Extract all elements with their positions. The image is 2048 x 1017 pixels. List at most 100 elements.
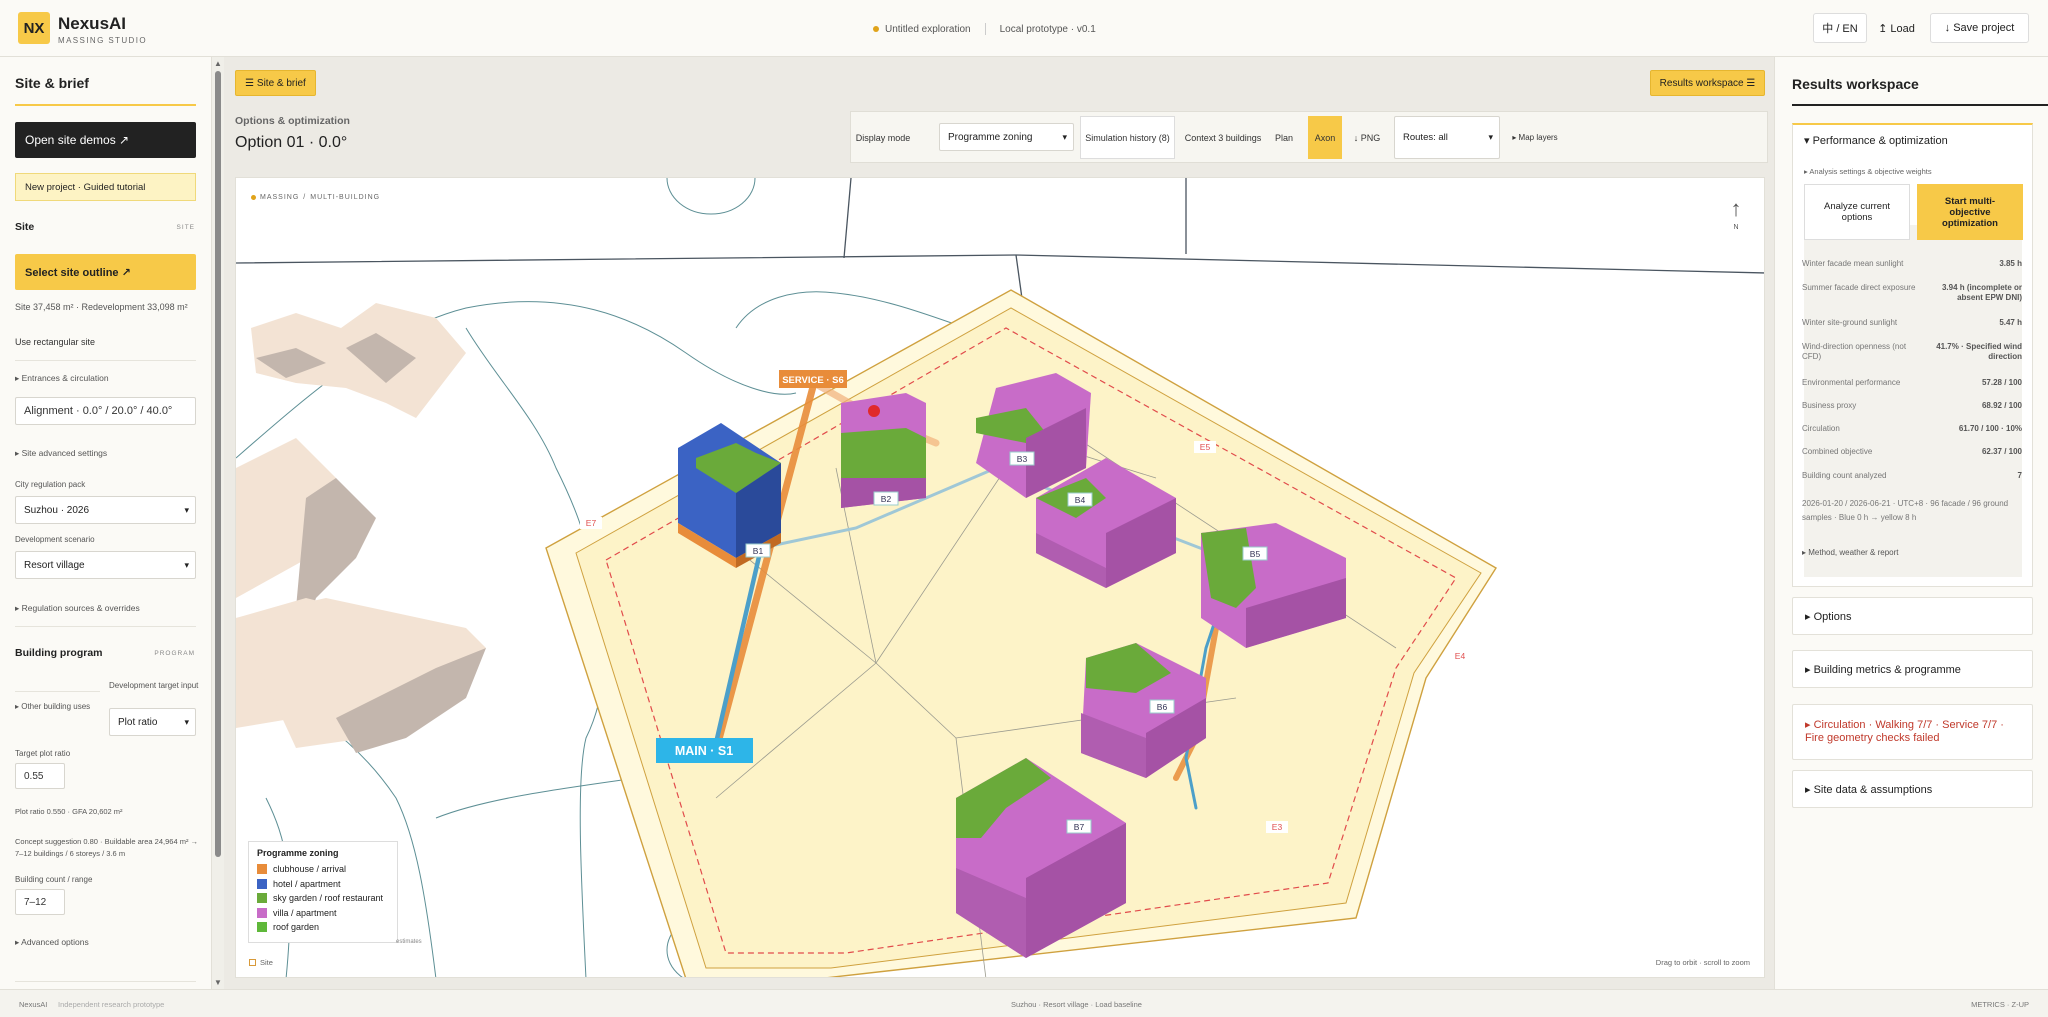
legend-item: roof garden bbox=[257, 920, 389, 935]
breadcrumb-multi: MULTI-BUILDING bbox=[310, 194, 381, 201]
metric-label: Circulation bbox=[1802, 424, 1840, 433]
metric-label: Winter site-ground sunlight bbox=[1802, 318, 1898, 327]
circulation-warning-accordion[interactable]: ▸ Circulation · Walking 7/7 · Service 7/… bbox=[1792, 704, 2033, 760]
alignment-field[interactable]: Alignment · 0.0° / 20.0° / 40.0° bbox=[15, 397, 196, 425]
legend-swatch bbox=[257, 907, 267, 918]
dev-target-select[interactable]: Plot ratio ▾ bbox=[109, 708, 196, 736]
routes-value: Routes: all bbox=[1403, 132, 1448, 143]
divider bbox=[15, 981, 196, 982]
building-label[interactable]: B3 bbox=[1017, 454, 1028, 464]
options-subtitle: Options & optimization bbox=[235, 115, 350, 127]
view-toolbar: Display mode Programme zoning ▾ Simulatio… bbox=[850, 111, 1768, 163]
selected-marker[interactable] bbox=[868, 405, 880, 417]
regulation-pack-select[interactable]: Suzhou · 2026 ▾ bbox=[15, 496, 196, 524]
performance-heading[interactable]: ▾ Performance & optimization bbox=[1804, 134, 1948, 147]
dev-target-value: Plot ratio bbox=[118, 716, 158, 728]
status-dot bbox=[873, 26, 879, 32]
edge-label: E5 bbox=[1200, 442, 1211, 452]
building-label[interactable]: B2 bbox=[881, 494, 892, 504]
site-brief-sidebar: Site & brief Open site demos ↗ New proje… bbox=[0, 57, 212, 989]
display-mode-select[interactable]: Programme zoning ▾ bbox=[939, 123, 1074, 151]
building-label[interactable]: B6 bbox=[1157, 702, 1168, 712]
building-label[interactable]: B5 bbox=[1250, 549, 1261, 559]
building-count-input[interactable]: 7–12 bbox=[15, 889, 65, 915]
metric-row: Circulation 61.70 / 100 · 10% bbox=[1802, 424, 2022, 434]
project-status: Untitled exploration Local prototype · v… bbox=[873, 23, 1096, 35]
other-uses-expander[interactable]: ▸ Other building uses bbox=[15, 702, 90, 711]
metric-row: Winter site-ground sunlight 5.47 h bbox=[1802, 318, 2022, 328]
select-site-outline-button[interactable]: Select site outline ↗ bbox=[15, 254, 196, 290]
circulation-warning-text: ▸ Circulation · Walking 7/7 · Service 7/… bbox=[1805, 719, 2004, 744]
building-label[interactable]: B4 bbox=[1075, 495, 1086, 505]
building-metrics-accordion[interactable]: ▸ Building metrics & programme bbox=[1792, 650, 2033, 688]
export-png-button[interactable]: ↓ PNG bbox=[1347, 116, 1387, 159]
building-b2[interactable] bbox=[841, 393, 926, 508]
analysis-settings-expander[interactable]: ▸ Analysis settings & objective weights bbox=[1804, 167, 1932, 176]
axon-view-button[interactable]: Axon bbox=[1308, 116, 1342, 159]
edge-label: E4 bbox=[1455, 651, 1466, 661]
new-project-button[interactable]: New project · Guided tutorial bbox=[15, 173, 196, 201]
estimates-note: estimates bbox=[396, 939, 422, 945]
legend-label: clubhouse / arrival bbox=[273, 864, 347, 875]
massing-viewport[interactable]: SERVICE · S6 MAIN · S1 B1 B2 B3 B4 B5 B6 B7 E3… bbox=[235, 177, 1765, 978]
context-buildings-button[interactable]: Context 3 buildings bbox=[1182, 116, 1264, 159]
scroll-up-icon[interactable]: ▲ bbox=[214, 59, 222, 68]
site-data-accordion[interactable]: ▸ Site data & assumptions bbox=[1792, 770, 2033, 808]
legend-item: clubhouse / arrival bbox=[257, 862, 389, 877]
analyze-current-button[interactable]: Analyze current options bbox=[1804, 184, 1910, 240]
metric-label: Winter facade mean sunlight bbox=[1802, 259, 1904, 268]
options-accordion[interactable]: ▸ Options bbox=[1792, 597, 2033, 635]
entrances-expander[interactable]: ▸ Entrances & circulation bbox=[15, 373, 109, 384]
metric-value: 68.92 / 100 bbox=[1981, 401, 2022, 410]
sidebar-scrollbar[interactable]: ▲ ▼ bbox=[212, 57, 224, 989]
scroll-down-icon[interactable]: ▼ bbox=[214, 978, 222, 987]
method-expander[interactable]: ▸ Method, weather & report bbox=[1802, 548, 2022, 557]
site-toggle[interactable]: Site bbox=[249, 958, 273, 967]
scenario-select[interactable]: Resort village ▾ bbox=[15, 551, 196, 579]
save-project-button[interactable]: ↓ Save project bbox=[1930, 13, 2029, 43]
sample-note: 2026-01-20 / 2026-06-21 · UTC+8 · 96 fac… bbox=[1802, 499, 2009, 522]
building-label[interactable]: B7 bbox=[1074, 822, 1085, 832]
divider bbox=[984, 23, 986, 35]
target-plot-label: Target plot ratio bbox=[15, 749, 71, 758]
metric-label: Wind-direction openness (not CFD) bbox=[1802, 342, 1907, 361]
chevron-down-icon: ▾ bbox=[184, 717, 189, 727]
project-title[interactable]: Untitled exploration bbox=[885, 24, 971, 35]
site-toggle-label: Site bbox=[260, 958, 273, 967]
results-title: Results workspace bbox=[1792, 76, 1919, 92]
load-button[interactable]: ↥ Load bbox=[1875, 13, 1918, 43]
advanced-options-expander[interactable]: ▸ Advanced options bbox=[15, 937, 89, 948]
map-layers-expander[interactable]: ▸ Map layers bbox=[1506, 116, 1564, 159]
logo: NX bbox=[18, 12, 50, 44]
context-buildings bbox=[236, 303, 486, 753]
site-advanced-expander[interactable]: ▸ Site advanced settings bbox=[15, 448, 107, 459]
metric-row: Business proxy 68.92 / 100 bbox=[1802, 401, 2022, 411]
metric-label: Building count analyzed bbox=[1802, 471, 1887, 480]
start-optimization-button[interactable]: Start multi-objective optimization bbox=[1917, 184, 2023, 240]
metric-row: Combined objective 62.37 / 100 bbox=[1802, 447, 2022, 457]
language-button[interactable]: 中 / EN bbox=[1813, 13, 1867, 43]
road-network bbox=[236, 178, 1764, 314]
routes-select[interactable]: Routes: all ▾ bbox=[1394, 116, 1500, 159]
display-mode-value: Programme zoning bbox=[948, 131, 1033, 143]
results-workspace-toggle[interactable]: Results workspace ☰ bbox=[1650, 70, 1765, 96]
regulation-sources-expander[interactable]: ▸ Regulation sources & overrides bbox=[15, 603, 140, 614]
service-route-label: SERVICE · S6 bbox=[782, 375, 844, 386]
site-brief-toggle[interactable]: ☰ Site & brief bbox=[235, 70, 316, 96]
simulation-history-button[interactable]: Simulation history (8) bbox=[1080, 116, 1175, 159]
regulation-pack-label: City regulation pack bbox=[15, 480, 86, 489]
rectangular-site-toggle[interactable]: Use rectangular site bbox=[15, 337, 95, 347]
plan-view-button[interactable]: Plan bbox=[1269, 116, 1299, 159]
scrollbar-thumb[interactable] bbox=[215, 71, 221, 857]
metric-value: 7 bbox=[2017, 471, 2022, 480]
axon-scene[interactable]: SERVICE · S6 MAIN · S1 B1 B2 B3 B4 B5 B6 B7 E3… bbox=[236, 178, 1765, 978]
metric-row: Building count analyzed 7 bbox=[1802, 471, 2022, 481]
divider bbox=[15, 626, 196, 627]
concept-suggestion: Concept suggestion 0.80 · Buildable area… bbox=[15, 837, 199, 858]
building-label[interactable]: B1 bbox=[753, 546, 764, 556]
legend-label: villa / apartment bbox=[273, 907, 337, 918]
legend-swatch bbox=[257, 922, 267, 933]
open-site-demos-button[interactable]: Open site demos ↗ bbox=[15, 122, 196, 158]
checkbox-icon[interactable] bbox=[249, 959, 256, 966]
target-plot-input[interactable]: 0.55 bbox=[15, 763, 65, 789]
